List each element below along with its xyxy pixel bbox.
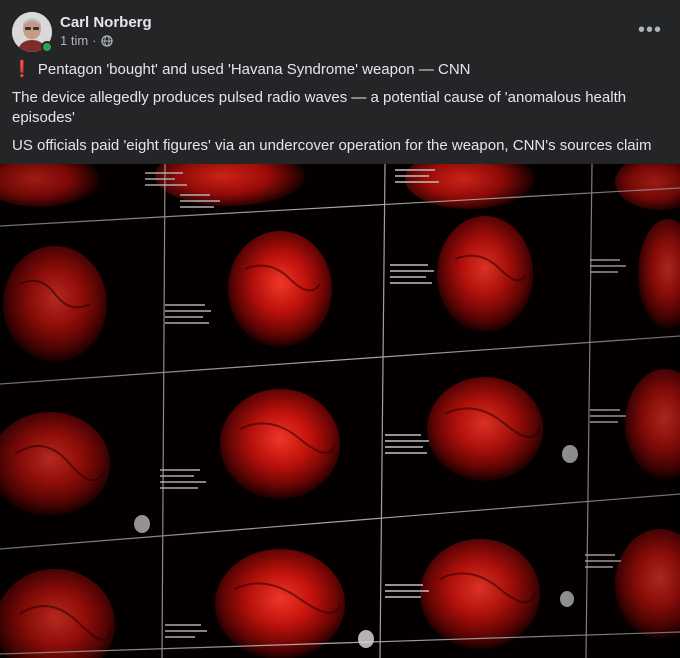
- more-options-icon[interactable]: •••: [632, 12, 668, 48]
- author-name[interactable]: Carl Norberg: [60, 14, 152, 31]
- post-text: ❗ Pentagon 'bought' and used 'Havana Syn…: [12, 60, 664, 164]
- red-exclamation-icon: ❗: [12, 61, 32, 78]
- facebook-post: Carl Norberg 1 tim · ••• ❗ Pentagon 'bou…: [0, 0, 680, 658]
- post-image[interactable]: [0, 164, 680, 658]
- globe-icon[interactable]: [100, 34, 113, 47]
- online-status-dot: [41, 41, 53, 53]
- meta-separator: ·: [92, 33, 97, 48]
- post-header: Carl Norberg 1 tim · •••: [12, 12, 668, 53]
- post-headline: Pentagon 'bought' and used 'Havana Syndr…: [37, 61, 471, 78]
- post-paragraph-1: The device allegedly produces pulsed rad…: [12, 89, 627, 126]
- post-meta: 1 tim ·: [60, 33, 113, 48]
- mri-brain-scans-image: [0, 164, 680, 658]
- post-timestamp[interactable]: 1 tim: [60, 33, 88, 48]
- post-headline-line: ❗ Pentagon 'bought' and used 'Havana Syn…: [12, 60, 664, 80]
- post-paragraph-2: US officials paid 'eight figures' via an…: [12, 137, 652, 154]
